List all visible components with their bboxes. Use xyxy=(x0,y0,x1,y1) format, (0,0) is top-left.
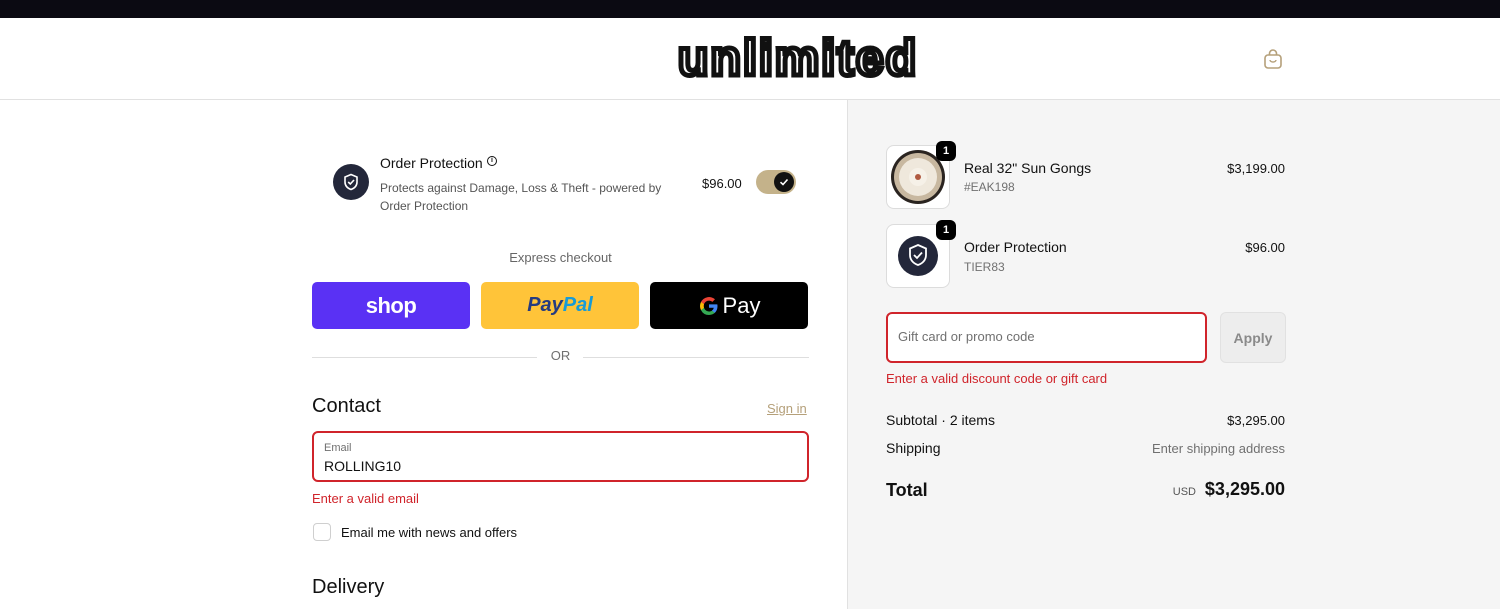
site-header: unlimited xyxy=(0,18,1500,100)
order-protection-title: Order Protection xyxy=(380,155,483,171)
subtotal-value: $3,295.00 xyxy=(1227,413,1285,428)
info-icon[interactable]: i xyxy=(487,156,497,166)
item-name: Order Protection xyxy=(964,239,1067,255)
order-protection-price: $96.00 xyxy=(702,176,742,191)
item-name: Real 32" Sun Gongs xyxy=(964,160,1092,176)
sign-in-link[interactable]: Sign in xyxy=(767,401,807,416)
divider-line-right xyxy=(583,357,809,358)
total-value: $3,295.00 xyxy=(1204,479,1285,499)
item-price: $96.00 xyxy=(1245,240,1285,255)
order-protection-description: Protects against Damage, Loss & Theft - … xyxy=(380,181,662,213)
email-field-value[interactable]: ROLLING10 xyxy=(324,458,401,474)
or-label: OR xyxy=(550,348,571,363)
promo-error-message: Enter a valid discount code or gift card xyxy=(886,371,1108,386)
quantity-badge: 1 xyxy=(936,220,956,240)
item-sku: TIER83 xyxy=(964,260,1005,274)
email-error-message: Enter a valid email xyxy=(312,491,419,506)
apply-button[interactable]: Apply xyxy=(1220,312,1286,363)
brand-logo[interactable]: unlimited xyxy=(648,35,948,83)
shipping-value: Enter shipping address xyxy=(1152,441,1285,456)
item-sku: #EAK198 xyxy=(964,180,1015,194)
order-protection-toggle[interactable] xyxy=(756,170,796,194)
top-bar xyxy=(0,0,1500,18)
shipping-label: Shipping xyxy=(886,440,941,456)
google-pay-label: Pay xyxy=(722,292,761,318)
shopping-bag-icon[interactable] xyxy=(1262,48,1284,70)
quantity-badge: 1 xyxy=(936,141,956,161)
total-label: Total xyxy=(886,480,928,500)
email-field-label: Email xyxy=(324,442,352,454)
paypal-button[interactable]: Pay Pal xyxy=(481,282,639,329)
shop-pay-button[interactable]: shop xyxy=(312,282,470,329)
checkout-main: Order Protection i Protects against Dama… xyxy=(0,100,847,609)
or-divider: OR xyxy=(312,348,809,366)
newsletter-checkbox[interactable] xyxy=(313,523,331,541)
promo-code-input[interactable] xyxy=(898,329,1188,344)
newsletter-label[interactable]: Email me with news and offers xyxy=(341,525,517,540)
contact-heading: Contact xyxy=(312,395,381,417)
shop-pay-logo: shop xyxy=(365,292,417,318)
item-price: $3,199.00 xyxy=(1227,161,1285,176)
paypal-logo-part1: Pay xyxy=(527,294,563,316)
shield-check-icon xyxy=(333,164,369,200)
order-summary: 1 Real 32" Sun Gongs #EAK198 $3,199.00 1… xyxy=(847,100,1500,609)
subtotal-label: Subtotal · 2 items xyxy=(886,412,995,428)
express-checkout-label: Express checkout xyxy=(509,250,612,265)
email-field[interactable]: Email ROLLING10 xyxy=(312,431,809,482)
google-pay-button[interactable]: Pay xyxy=(650,282,808,329)
promo-code-field[interactable] xyxy=(886,312,1207,363)
brand-logo-text: unlimited xyxy=(678,35,918,83)
google-g-icon xyxy=(699,296,718,315)
check-icon xyxy=(774,172,794,192)
currency-code: USD xyxy=(1172,486,1196,498)
paypal-logo-part2: Pal xyxy=(562,294,593,316)
delivery-heading: Delivery xyxy=(312,576,385,598)
